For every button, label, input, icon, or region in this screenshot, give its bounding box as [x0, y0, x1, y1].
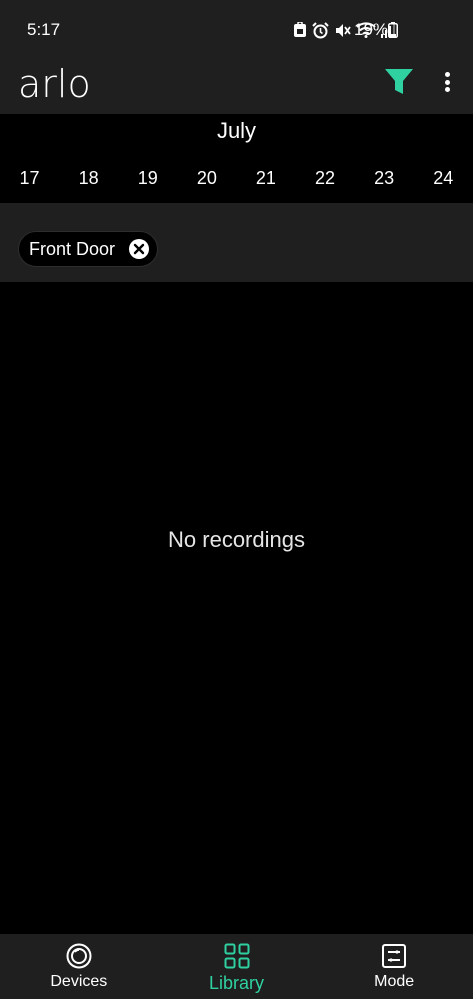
- mute-icon: [336, 23, 351, 37]
- month-label: July: [216, 118, 257, 143]
- day-item[interactable]: 18: [59, 168, 118, 189]
- nav-item-mode[interactable]: Mode: [315, 934, 473, 999]
- nav-label-devices: Devices: [50, 973, 108, 990]
- close-circle-icon[interactable]: [129, 239, 150, 259]
- recordings-content: No recordings: [0, 282, 473, 934]
- library-grid-icon: [224, 943, 249, 969]
- day-item[interactable]: 24: [414, 168, 473, 189]
- filter-icon: [385, 69, 413, 94]
- nav-item-library[interactable]: Library: [158, 934, 316, 999]
- more-vertical-icon-dot: [444, 87, 450, 92]
- arlo-logo: arlo: [18, 62, 91, 106]
- nav-label-mode: Mode: [374, 973, 415, 990]
- day-item[interactable]: 22: [295, 168, 354, 189]
- more-vertical-icon-dot: [444, 79, 450, 85]
- battery-icon: [388, 22, 398, 38]
- filter-button[interactable]: [383, 66, 415, 98]
- devices-icon: [66, 943, 92, 969]
- alarm-icon: [312, 21, 329, 38]
- day-item[interactable]: 21: [236, 168, 295, 189]
- filter-chip-front-door[interactable]: Front Door: [18, 231, 159, 267]
- battery-percent: 19%: [354, 20, 389, 39]
- nav-label-library: Library: [208, 973, 265, 993]
- day-item[interactable]: 17: [0, 168, 59, 189]
- empty-state-message: No recordings: [168, 527, 305, 552]
- day-item[interactable]: 23: [355, 168, 414, 189]
- nav-item-devices[interactable]: Devices: [0, 934, 158, 999]
- day-list: 17 18 19 20 21 22 23 24: [0, 168, 473, 189]
- calendar-strip: July 17 18 19 20 21 22 23 24: [0, 114, 473, 203]
- lock-notification-icon: [294, 22, 306, 37]
- filter-chip-label: Front Door: [29, 238, 116, 259]
- active-filters-bar: Front Door: [0, 203, 473, 282]
- mode-icon: [382, 944, 407, 968]
- day-item[interactable]: 20: [177, 168, 236, 189]
- more-vertical-icon-dot: [444, 72, 450, 77]
- app-header: arlo: [0, 58, 473, 114]
- bottom-navigation: Devices Library Mode: [0, 934, 473, 999]
- day-item[interactable]: 19: [118, 168, 177, 189]
- status-bar: 5:17 19%: [0, 0, 473, 58]
- more-options-button[interactable]: [440, 68, 454, 96]
- status-time: 5:17: [27, 20, 61, 39]
